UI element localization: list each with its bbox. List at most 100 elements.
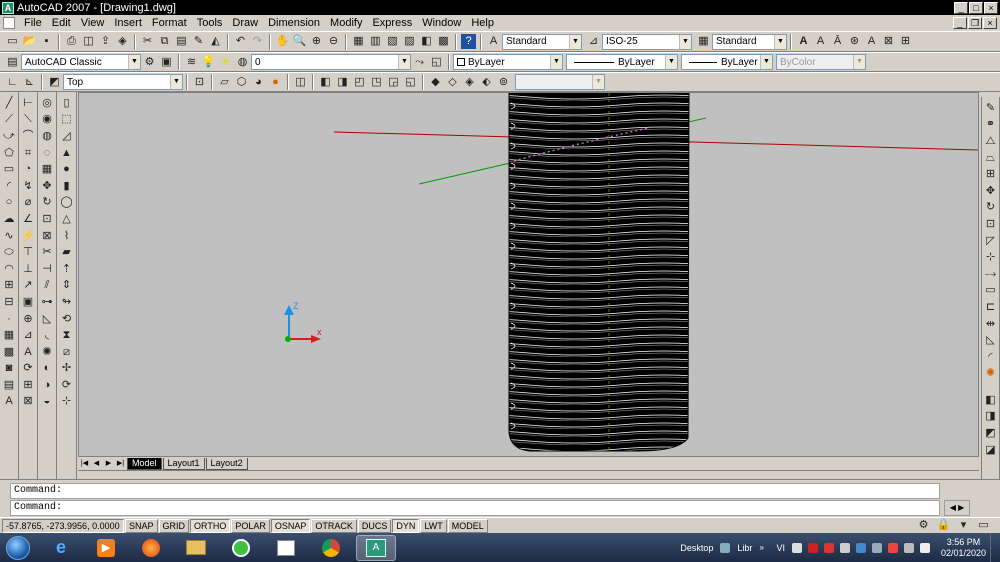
wedge-icon[interactable]: ◿	[59, 129, 75, 144]
array-icon[interactable]: ▦	[39, 162, 55, 177]
new-icon[interactable]: ▭	[5, 34, 20, 49]
tolerance-icon[interactable]: ▣	[20, 295, 36, 310]
calculator-icon[interactable]: ▩	[436, 34, 451, 49]
layer-previous-icon[interactable]: ◱	[429, 55, 444, 70]
dim-style-select[interactable]: ISO-25 ▼	[602, 33, 692, 50]
view-left-icon[interactable]: ◰	[352, 75, 367, 90]
3d-move-icon[interactable]: ✢	[59, 362, 75, 377]
lineweight-select[interactable]: ByLayer ▼	[681, 54, 773, 70]
tray-app-icon-2[interactable]	[855, 542, 866, 553]
paint-taskbar-icon[interactable]	[266, 535, 306, 561]
library-label[interactable]: Libr	[737, 543, 752, 553]
my-workspace-icon[interactable]: ▣	[159, 55, 174, 70]
model-toggle[interactable]: MODEL	[447, 518, 488, 533]
rectangle-icon[interactable]: ▭	[1, 162, 17, 177]
firefox-taskbar-icon[interactable]	[131, 535, 171, 561]
redo-icon[interactable]: ↷	[250, 34, 265, 49]
table-icon[interactable]: ▤	[1, 378, 17, 393]
explorer-taskbar-icon[interactable]	[176, 535, 216, 561]
text-fit-icon[interactable]: A	[813, 34, 828, 49]
menu-view[interactable]: View	[76, 15, 110, 31]
ucs-manager-icon[interactable]: ⊾	[22, 75, 37, 90]
command-scroll[interactable]: ◀ ▶	[944, 500, 970, 516]
save-icon[interactable]: ▪	[39, 34, 54, 49]
union-icon[interactable]: ◐	[39, 362, 55, 377]
doc-close-button[interactable]: ×	[983, 17, 997, 29]
pdf-tray-icon[interactable]	[807, 542, 818, 553]
array-right-icon[interactable]: ⊞	[983, 167, 999, 182]
clock[interactable]: 3:56 PM 02/01/2020	[941, 537, 986, 559]
realistic-visual-icon[interactable]: ◕	[251, 75, 266, 90]
text-scale-icon[interactable]: ⊠	[881, 34, 896, 49]
planar-surface-icon[interactable]: ▰	[59, 245, 75, 260]
view-right-icon[interactable]: ◳	[369, 75, 384, 90]
text-style-select[interactable]: Standard ▼	[502, 33, 582, 50]
chamfer-right-icon[interactable]: ◺	[983, 333, 999, 348]
presspull-icon[interactable]: ⇕	[59, 279, 75, 294]
menu-window[interactable]: Window	[417, 15, 466, 31]
3d-hidden-icon[interactable]: ⬡	[234, 75, 249, 90]
2d-wireframe-icon[interactable]: ⊡	[192, 75, 207, 90]
3d-rotate-icon[interactable]: ⟳	[59, 378, 75, 393]
next-tab-button[interactable]: ▶	[103, 458, 114, 469]
erase-icon[interactable]: ◎	[39, 96, 55, 111]
action-center-flag-icon[interactable]	[887, 542, 898, 553]
cylinder-icon[interactable]: ▮	[59, 179, 75, 194]
ne-iso-icon[interactable]: ◈	[462, 75, 477, 90]
match-properties-icon[interactable]: ✎	[191, 34, 206, 49]
3d-align-icon[interactable]: ⊹	[59, 395, 75, 410]
maximize-button[interactable]: □	[969, 1, 983, 14]
insert-block-icon[interactable]: ⊞	[1, 279, 17, 294]
break-at-point-icon[interactable]: ⊏	[983, 300, 999, 315]
menu-dimension[interactable]: Dimension	[263, 15, 325, 31]
cut-icon[interactable]: ✂	[140, 34, 155, 49]
make-block-icon[interactable]: ⊟	[1, 295, 17, 310]
last-tab-button[interactable]: ▶|	[115, 458, 126, 469]
zoom-previous-icon[interactable]: ⊖	[326, 34, 341, 49]
doc-minimize-button[interactable]: _	[953, 17, 967, 29]
chrome-taskbar-icon[interactable]	[311, 535, 351, 561]
workspace-select[interactable]: AutoCAD Classic ▼	[21, 54, 141, 70]
print-icon[interactable]: ⎙	[64, 34, 79, 49]
tab-layout2[interactable]: Layout2	[205, 457, 248, 470]
ellipse-icon[interactable]: ⬭	[1, 245, 17, 260]
loft-icon[interactable]: ⧗	[59, 328, 75, 343]
copy-icon[interactable]: ⧉	[157, 34, 172, 49]
visual-styles-manager-icon[interactable]: ◫	[293, 75, 308, 90]
3d-wireframe-icon[interactable]: ▱	[217, 75, 232, 90]
camera-icon[interactable]: ⊚	[496, 75, 511, 90]
minimize-button[interactable]: _	[954, 1, 968, 14]
network-icon[interactable]	[903, 542, 914, 553]
text-arc-icon[interactable]: Ā	[830, 34, 845, 49]
menu-modify[interactable]: Modify	[325, 15, 367, 31]
multiline-text-icon[interactable]: A	[1, 395, 17, 410]
linear-dim-icon[interactable]: ⊢	[20, 96, 36, 111]
menu-tools[interactable]: Tools	[192, 15, 228, 31]
arc-icon[interactable]: ◜	[1, 179, 17, 194]
dim-override-icon[interactable]: ⊠	[20, 395, 36, 410]
move-right-icon[interactable]: ✥	[983, 184, 999, 199]
dim-text-edit-icon[interactable]: A	[20, 345, 36, 360]
volume-icon[interactable]	[919, 542, 930, 553]
extend-right-icon[interactable]: ⤍	[983, 267, 999, 282]
sphere-icon[interactable]: ●	[59, 162, 75, 177]
erase-right-icon[interactable]: ✎	[983, 101, 999, 116]
ellipse-arc-icon[interactable]: ◠	[1, 262, 17, 277]
menu-file[interactable]: File	[19, 15, 47, 31]
ucs-icon[interactable]: ∟	[5, 75, 20, 90]
color-select[interactable]: ByLayer ▼	[453, 54, 563, 70]
markup-icon[interactable]: ◧	[419, 34, 434, 49]
polar-toggle[interactable]: POLAR	[231, 518, 270, 533]
publish-icon[interactable]: ⇪	[98, 34, 113, 49]
polyline-icon[interactable]: ⤻	[1, 129, 17, 144]
pyramid-icon[interactable]: △	[59, 212, 75, 227]
trim-icon[interactable]: ✂	[39, 245, 55, 260]
mtext-icon[interactable]: A	[796, 34, 811, 49]
document-icon[interactable]	[3, 17, 15, 29]
otrack-toggle[interactable]: OTRACK	[311, 518, 357, 533]
hatch-icon[interactable]: ▦	[1, 328, 17, 343]
helix-model[interactable]	[508, 93, 690, 452]
vi-label[interactable]: VI	[776, 543, 785, 553]
polysolid-icon[interactable]: ▯	[59, 96, 75, 111]
baseline-icon[interactable]: ⊤	[20, 245, 36, 260]
